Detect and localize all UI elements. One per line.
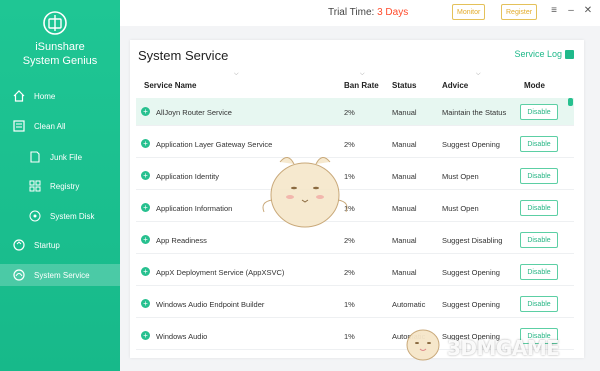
service-name-cell: App Readiness — [156, 236, 207, 245]
app-name-line1: iSunshare — [35, 41, 85, 53]
trial-label: Trial Time: — [328, 7, 375, 18]
expand-icon[interactable]: + — [141, 267, 150, 276]
sidebar-item-label: System Disk — [50, 211, 95, 221]
service-log-link[interactable]: Service Log — [514, 49, 574, 59]
status-cell: Manual — [392, 140, 417, 149]
col-ban-rate[interactable]: Ban Rate — [344, 81, 379, 90]
watermark-mascot-image — [406, 329, 440, 361]
expand-icon[interactable]: + — [141, 235, 150, 244]
advice-cell: Suggest Opening — [442, 300, 500, 309]
status-cell: Automatic — [392, 300, 426, 309]
disable-button[interactable]: Disable — [520, 232, 558, 248]
sidebar-item-label: Startup — [34, 240, 60, 250]
table-row[interactable]: + Windows Audio Endpoint Builder 1% Automat… — [136, 290, 574, 318]
watermark-text: 3DMGAME — [447, 336, 560, 360]
sidebar-item-system-service[interactable]: System Service — [0, 264, 120, 286]
monitor-button[interactable]: Monitor — [452, 4, 486, 20]
status-cell: Manual — [392, 268, 417, 277]
mascot-image — [262, 157, 348, 228]
sidebar-item-label: Registry — [50, 181, 80, 191]
expand-icon[interactable]: + — [141, 331, 150, 340]
service-name-cell: Application Information — [156, 204, 233, 213]
sidebar-item-clean-all[interactable]: Clean All — [0, 115, 120, 137]
sort-icon[interactable]: ⌵ — [360, 71, 365, 78]
system-service-icon — [13, 269, 25, 281]
sidebar-item-label: System Service — [34, 270, 90, 280]
sidebar-item-label: Junk File — [50, 152, 83, 162]
sidebar-item-home[interactable]: Home — [0, 85, 120, 107]
table-header: Service Name ⌵ Ban Rate ⌵ Status Advice … — [136, 71, 576, 95]
service-log-label: Service Log — [514, 49, 562, 59]
disable-button[interactable]: Disable — [520, 296, 558, 312]
expand-icon[interactable]: + — [141, 171, 150, 180]
sidebar: iSunshare System Genius Home Clean All J… — [0, 0, 120, 371]
app-name: iSunshare System Genius — [0, 40, 120, 68]
col-advice[interactable]: Advice — [442, 81, 468, 90]
sidebar-item-registry[interactable]: Registry — [0, 175, 120, 197]
status-cell: Manual — [392, 236, 417, 245]
table-row[interactable]: + AllJoyn Router Service 2% Manual Maintain … — [136, 98, 574, 126]
sidebar-item-label: Home — [34, 91, 56, 101]
advice-cell: Maintain the Status — [442, 108, 507, 117]
service-name-cell: AppX Deployment Service (AppXSVC) — [156, 268, 285, 277]
sidebar-item-junk-file[interactable]: Junk File — [0, 146, 120, 168]
menu-icon[interactable]: ≡ — [548, 5, 560, 17]
disable-button[interactable]: Disable — [520, 264, 558, 280]
trial-time: Trial Time: 3 Days — [328, 7, 408, 18]
advice-cell: Must Open — [442, 204, 479, 213]
disable-button[interactable]: Disable — [520, 200, 558, 216]
close-icon[interactable]: ✕ — [582, 5, 594, 17]
system-disk-icon — [29, 210, 41, 222]
ban-rate-cell: 2% — [344, 108, 355, 117]
scrollbar-thumb[interactable] — [568, 98, 573, 106]
expand-icon[interactable]: + — [141, 299, 150, 308]
sort-icon[interactable]: ⌵ — [476, 71, 481, 78]
table-row[interactable]: + AppX Deployment Service (AppXSVC) 2% Manu… — [136, 258, 574, 286]
startup-icon — [13, 239, 25, 251]
service-name-cell: Windows Audio — [156, 332, 208, 341]
service-name-cell: Windows Audio Endpoint Builder — [156, 300, 265, 309]
export-icon — [565, 49, 574, 59]
col-status: Status — [392, 81, 417, 90]
disable-button[interactable]: Disable — [520, 136, 558, 152]
page-title: System Service — [138, 48, 229, 63]
col-service-name[interactable]: Service Name — [144, 81, 196, 90]
status-cell: Manual — [392, 108, 417, 117]
advice-cell: Suggest Disabling — [442, 236, 503, 245]
status-cell: Manual — [392, 172, 417, 181]
sidebar-item-label: Clean All — [34, 121, 66, 131]
app-logo-icon — [43, 11, 67, 35]
home-icon — [13, 90, 25, 102]
expand-icon[interactable]: + — [141, 203, 150, 212]
expand-icon[interactable]: + — [141, 139, 150, 148]
service-name-cell: Application Identity — [156, 172, 219, 181]
disable-button[interactable]: Disable — [520, 168, 558, 184]
col-mode: Mode — [524, 81, 545, 90]
advice-cell: Suggest Opening — [442, 268, 500, 277]
sort-icon[interactable]: ⌵ — [234, 71, 239, 78]
service-name-cell: AllJoyn Router Service — [156, 108, 232, 117]
sidebar-item-startup[interactable]: Startup — [0, 234, 120, 256]
disable-button[interactable]: Disable — [520, 104, 558, 120]
advice-cell: Suggest Opening — [442, 140, 500, 149]
ban-rate-cell: 2% — [344, 268, 355, 277]
minimize-icon[interactable]: – — [565, 5, 577, 17]
register-button[interactable]: Register — [501, 4, 538, 20]
trial-days: 3 Days — [377, 7, 409, 18]
app-name-line2: System Genius — [22, 55, 98, 67]
status-cell: Manual — [392, 204, 417, 213]
expand-icon[interactable]: + — [141, 107, 150, 116]
registry-icon — [29, 180, 41, 192]
clean-icon — [13, 120, 25, 132]
ban-rate-cell: 1% — [344, 332, 355, 341]
sidebar-item-system-disk[interactable]: System Disk — [0, 205, 120, 227]
junk-file-icon — [30, 151, 40, 163]
title-bar: Trial Time: 3 Days Monitor Register ≡ – … — [120, 0, 600, 26]
advice-cell: Must Open — [442, 172, 479, 181]
ban-rate-cell: 1% — [344, 300, 355, 309]
